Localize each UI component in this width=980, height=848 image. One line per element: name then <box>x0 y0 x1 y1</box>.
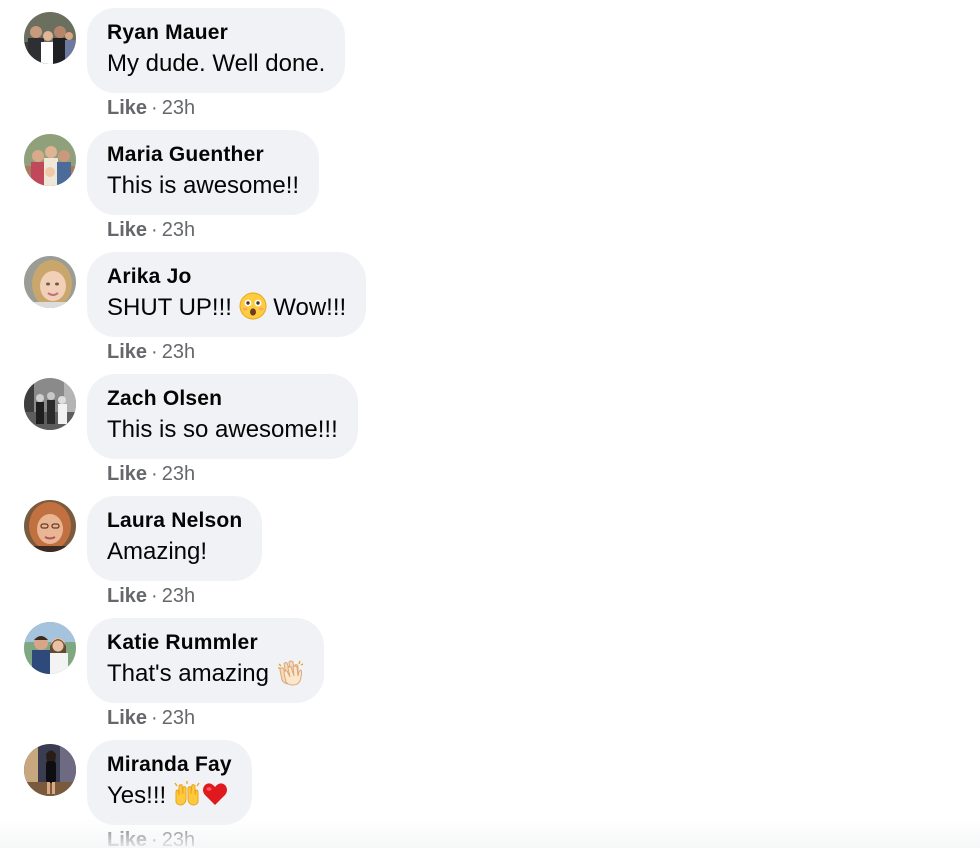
comment-meta: Like · 23h <box>107 96 195 120</box>
like-button[interactable]: Like <box>107 341 147 363</box>
comment-bubble: Miranda Fay Yes!!! <box>87 740 252 825</box>
comment-author[interactable]: Zach Olsen <box>107 386 338 412</box>
separator-dot: · <box>151 341 158 363</box>
comment-bubble: Zach Olsen This is so awesome!!! <box>87 374 358 459</box>
comment-author[interactable]: Maria Guenther <box>107 142 299 168</box>
avatar[interactable] <box>24 134 76 186</box>
comment-timestamp[interactable]: 23h <box>162 585 195 607</box>
separator-dot: · <box>151 829 158 848</box>
comment-author[interactable]: Miranda Fay <box>107 752 232 778</box>
separator-dot: · <box>151 707 158 729</box>
comment: Maria Guenther This is awesome!! Like · 23… <box>0 122 980 244</box>
comment-meta: Like · 23h <box>107 828 195 848</box>
comment: Laura Nelson Amazing! Like · 23h <box>0 488 980 610</box>
like-button[interactable]: Like <box>107 97 147 119</box>
comment-bubble: Laura Nelson Amazing! <box>87 496 263 581</box>
comment-text: Yes!!! <box>107 779 232 813</box>
comment-bubble: Arika Jo SHUT UP!!! Wow!!! <box>87 252 367 337</box>
comment: Miranda Fay Yes!!! Like · 23h <box>0 732 980 848</box>
like-button[interactable]: Like <box>107 829 147 848</box>
avatar[interactable] <box>24 12 76 64</box>
comment-timestamp[interactable]: 23h <box>162 341 195 363</box>
avatar[interactable] <box>24 256 76 308</box>
raising-hands-emoji <box>173 780 201 808</box>
comment-text: SHUT UP!!! Wow!!! <box>107 291 346 325</box>
red-heart-emoji <box>201 780 229 808</box>
comment-timestamp[interactable]: 23h <box>162 829 195 848</box>
comment: Ryan Mauer My dude. Well done. Like · 23h <box>0 0 980 122</box>
comment-text-part: That's amazing <box>107 660 269 687</box>
comment-meta: Like · 23h <box>107 462 195 486</box>
comment-timestamp[interactable]: 23h <box>162 97 195 119</box>
comment-text: That's amazing <box>107 657 304 691</box>
like-button[interactable]: Like <box>107 219 147 241</box>
comment-list: Ryan Mauer My dude. Well done. Like · 23h … <box>0 0 980 848</box>
separator-dot: · <box>151 585 158 607</box>
avatar[interactable] <box>24 744 76 796</box>
comment-author[interactable]: Laura Nelson <box>107 508 242 534</box>
comment-bubble: Maria Guenther This is awesome!! <box>87 130 320 215</box>
comment-text: My dude. Well done. <box>107 50 326 77</box>
avatar[interactable] <box>24 500 76 552</box>
comment-text-part: Yes!!! <box>107 782 167 809</box>
comment-text: This is so awesome!!! <box>107 416 338 443</box>
comment: Katie Rummler That's amazing Like · 23h <box>0 610 980 732</box>
comment-author[interactable]: Ryan Mauer <box>107 20 325 46</box>
like-button[interactable]: Like <box>107 707 147 729</box>
comment-bubble: Ryan Mauer My dude. Well done. <box>87 8 346 93</box>
comment-meta: Like · 23h <box>107 340 195 364</box>
comment: Zach Olsen This is so awesome!!! Like · 23… <box>0 366 980 488</box>
comment-text: Amazing! <box>107 538 208 565</box>
comment-meta: Like · 23h <box>107 584 195 608</box>
comment-timestamp[interactable]: 23h <box>162 219 195 241</box>
comment-text: This is awesome!! <box>107 172 300 199</box>
comment-timestamp[interactable]: 23h <box>162 463 195 485</box>
comment-text-part: Wow!!! <box>273 294 347 321</box>
comment-text-part: SHUT UP!!! <box>107 294 232 321</box>
astonished-face-emoji <box>239 292 267 320</box>
comment-author[interactable]: Arika Jo <box>107 264 346 290</box>
comment-bubble: Katie Rummler That's amazing <box>87 618 324 703</box>
separator-dot: · <box>151 219 158 241</box>
comment-meta: Like · 23h <box>107 706 195 730</box>
clapping-hands-emoji <box>276 658 304 686</box>
comment-author[interactable]: Katie Rummler <box>107 630 304 656</box>
comment-meta: Like · 23h <box>107 218 195 242</box>
like-button[interactable]: Like <box>107 463 147 485</box>
comment-timestamp[interactable]: 23h <box>162 707 195 729</box>
separator-dot: · <box>151 463 158 485</box>
comment: Arika Jo SHUT UP!!! Wow!!! Like · 23h <box>0 244 980 366</box>
separator-dot: · <box>151 97 158 119</box>
avatar[interactable] <box>24 622 76 674</box>
like-button[interactable]: Like <box>107 585 147 607</box>
avatar[interactable] <box>24 378 76 430</box>
